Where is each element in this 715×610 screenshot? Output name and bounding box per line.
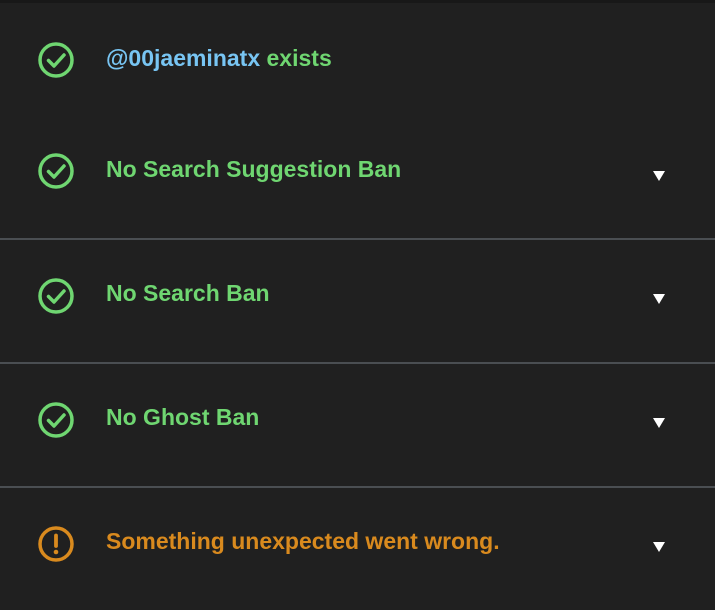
check-row-search-ban[interactable]: No Search Ban bbox=[0, 240, 715, 362]
check-row-exists: @00jaeminatx exists bbox=[0, 0, 715, 120]
check-row-reply-deboosting[interactable]: Something unexpected went wrong. bbox=[0, 488, 715, 610]
ghost-ban-label: No Ghost Ban bbox=[106, 404, 260, 430]
exclamation-circle-icon bbox=[37, 525, 75, 563]
error-message: Something unexpected went wrong. bbox=[106, 528, 500, 554]
caret-down-icon[interactable] bbox=[649, 166, 669, 186]
exists-text: exists bbox=[260, 45, 332, 71]
check-row-search-suggestion-ban[interactable]: No Search Suggestion Ban bbox=[0, 120, 715, 238]
check-circle-icon bbox=[37, 152, 75, 190]
check-circle-icon bbox=[37, 401, 75, 439]
check-circle-icon bbox=[37, 277, 75, 315]
search-ban-label: No Search Ban bbox=[106, 280, 270, 306]
username-handle[interactable]: @00jaeminatx bbox=[106, 45, 260, 71]
caret-down-icon[interactable] bbox=[649, 413, 669, 433]
caret-down-icon[interactable] bbox=[649, 289, 669, 309]
search-suggestion-ban-label: No Search Suggestion Ban bbox=[106, 156, 402, 182]
check-circle-icon bbox=[37, 41, 75, 79]
exists-label: @00jaeminatx exists bbox=[106, 44, 332, 72]
check-row-ghost-ban[interactable]: No Ghost Ban bbox=[0, 364, 715, 486]
caret-down-icon[interactable] bbox=[649, 537, 669, 557]
